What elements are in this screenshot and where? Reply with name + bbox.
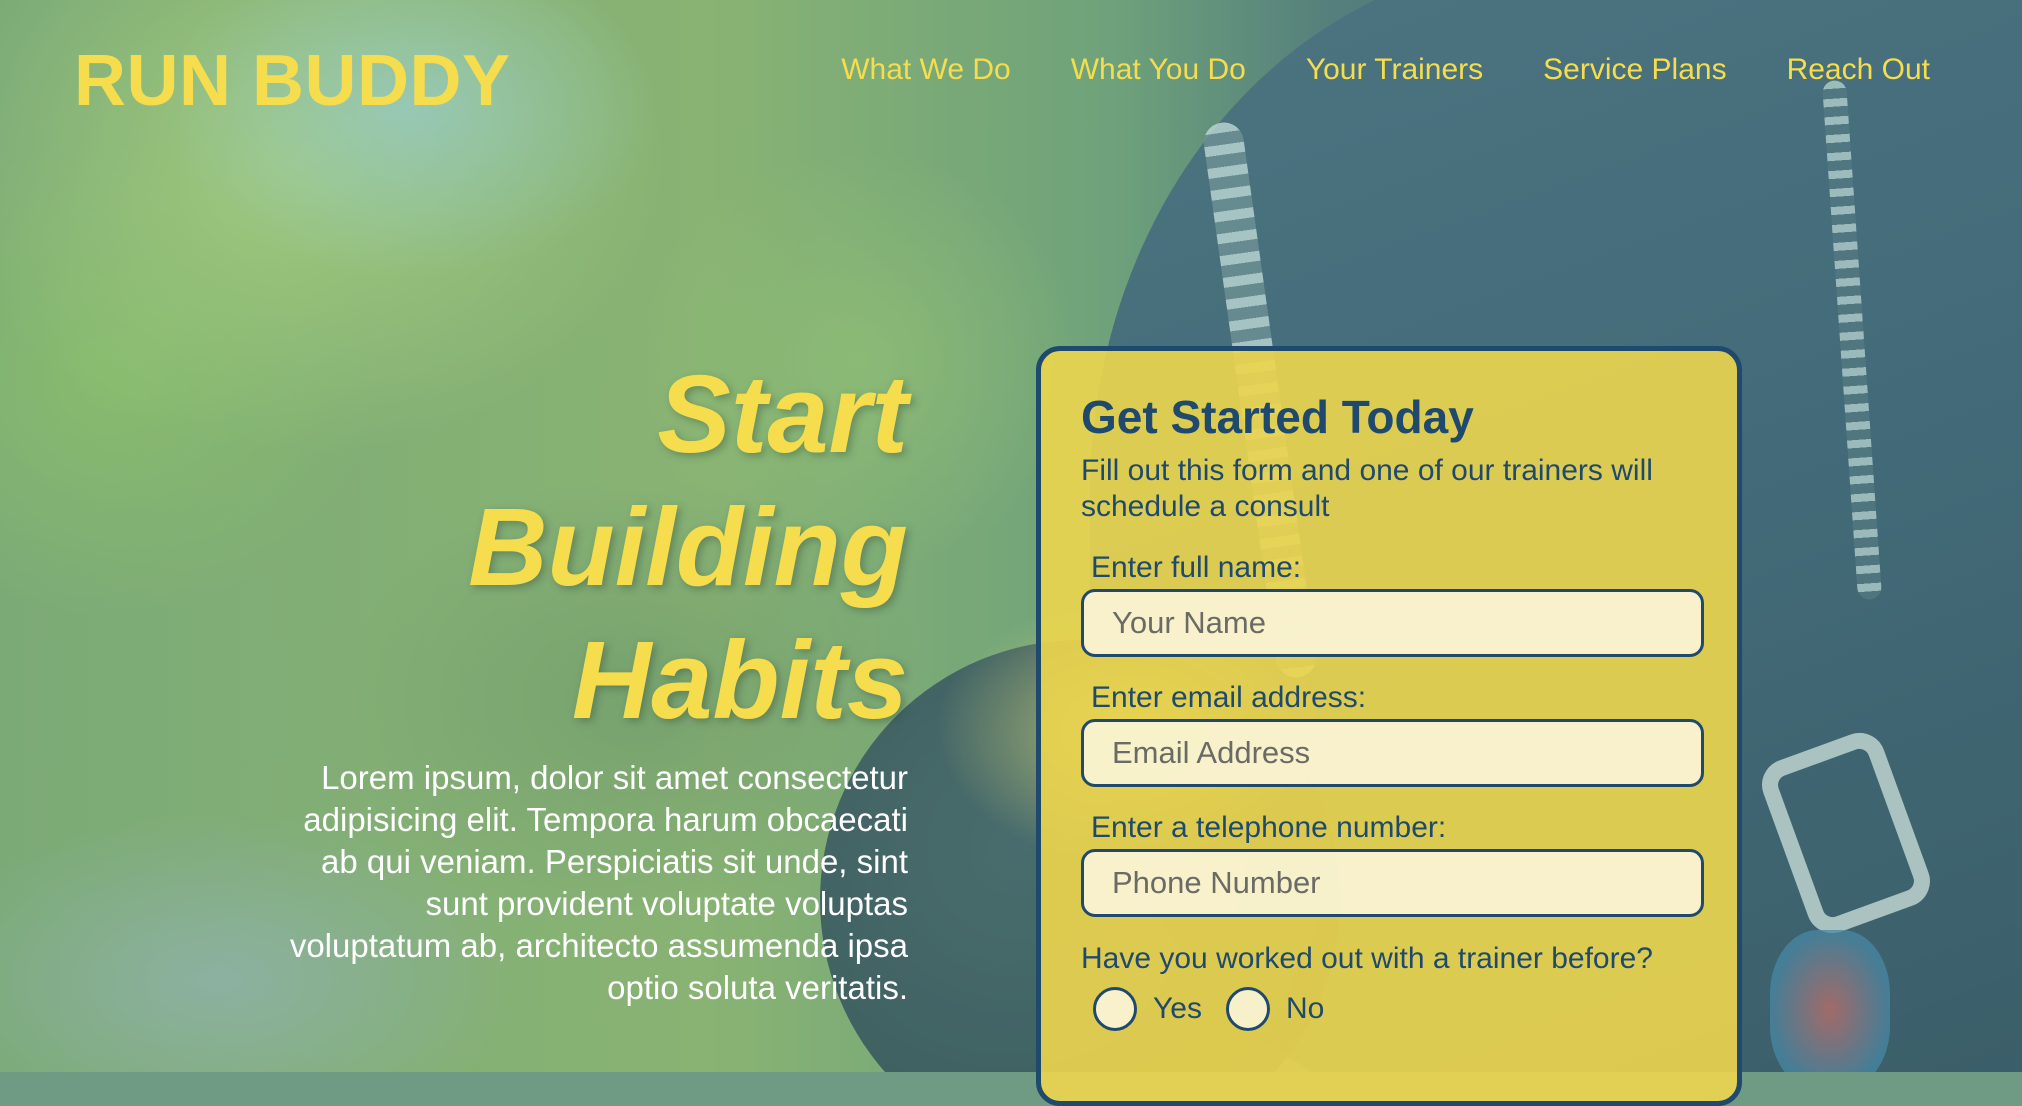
hero-title-line: Habits	[571, 619, 908, 742]
email-label: Enter email address:	[1091, 681, 1367, 714]
form-subtitle: Fill out this form and one of our traine…	[1081, 454, 1653, 523]
radio-option-yes[interactable]: Yes	[1093, 987, 1202, 1031]
hero-paragraph: Lorem ipsum, dolor sit amet consectetur …	[289, 759, 908, 1006]
email-input[interactable]	[1081, 719, 1704, 787]
name-label: Enter full name:	[1091, 551, 1302, 584]
phone-field-group: Enter a telephone number:	[1081, 811, 1704, 917]
yes-radio-label[interactable]: Yes	[1153, 991, 1202, 1027]
no-radio-label[interactable]: No	[1286, 991, 1324, 1027]
nav-link-your-trainers[interactable]: Your Trainers	[1306, 52, 1483, 88]
signup-form-card: Get Started Today Fill out this form and…	[1036, 346, 1742, 1106]
radio-option-no[interactable]: No	[1225, 987, 1324, 1031]
form-title: Get Started Today	[1081, 391, 1474, 443]
site-header: RUN BUDDY What We Do What You Do Your Tr…	[0, 0, 2022, 150]
hero-title: Start Building Habits	[280, 348, 908, 747]
no-radio[interactable]	[1225, 987, 1270, 1031]
hero-title-line: Start	[657, 353, 908, 476]
phone-input[interactable]	[1081, 849, 1704, 917]
hero-title-line: Building	[468, 486, 908, 609]
name-field-group: Enter full name:	[1081, 551, 1704, 657]
nav-link-service-plans[interactable]: Service Plans	[1543, 52, 1726, 88]
name-input[interactable]	[1081, 589, 1704, 657]
trainer-question: Have you worked out with a trainer befor…	[1081, 942, 1653, 975]
nav-link-what-you-do[interactable]: What You Do	[1071, 52, 1246, 88]
yes-radio[interactable]	[1093, 987, 1137, 1031]
main-nav: What We Do What You Do Your Trainers Ser…	[841, 52, 1930, 88]
nav-link-reach-out[interactable]: Reach Out	[1787, 52, 1930, 88]
phone-label: Enter a telephone number:	[1091, 811, 1447, 844]
trainer-radio-group: Yes No	[1093, 987, 1697, 1031]
logo[interactable]: RUN BUDDY	[74, 40, 511, 122]
nav-link-what-we-do[interactable]: What We Do	[841, 52, 1011, 88]
email-field-group: Enter email address:	[1081, 681, 1704, 787]
hero-copy: Start Building Habits Lorem ipsum, dolor…	[280, 348, 908, 1009]
